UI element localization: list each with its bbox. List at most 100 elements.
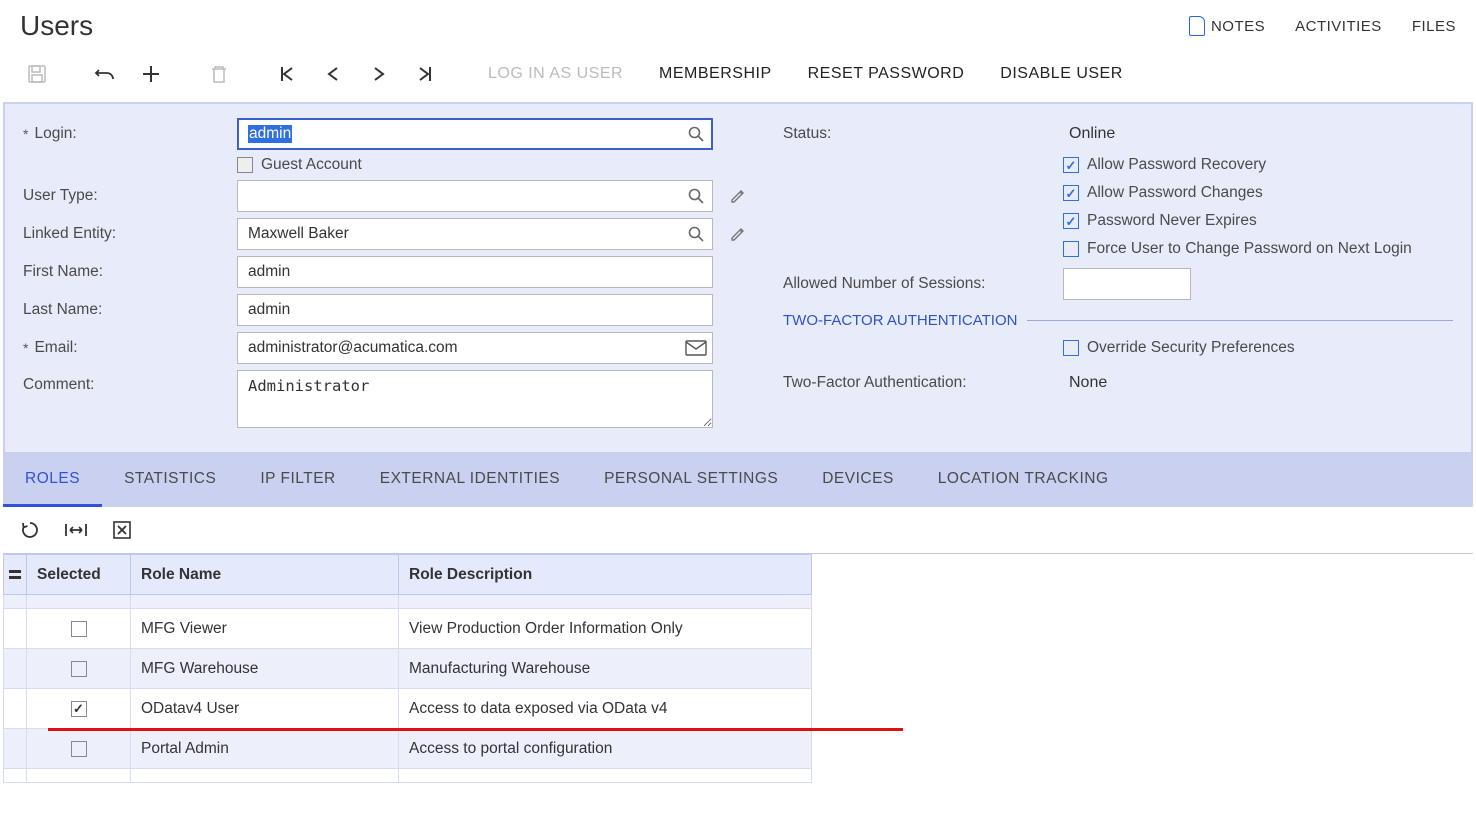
mail-icon[interactable] (685, 340, 707, 356)
selected-cell[interactable] (27, 649, 131, 689)
col-header-selected[interactable]: Selected (27, 555, 131, 595)
login-field[interactable]: admin (237, 118, 713, 150)
col-header-role-description[interactable]: Role Description (399, 555, 812, 595)
first-name-field[interactable] (237, 256, 713, 288)
main-toolbar: LOG IN AS USER MEMBERSHIP RESET PASSWORD… (0, 42, 1476, 102)
col-header-role-name[interactable]: Role Name (131, 555, 399, 595)
table-row[interactable] (4, 769, 813, 783)
disable-user-button[interactable]: DISABLE USER (982, 56, 1140, 92)
row-checkbox[interactable] (71, 661, 87, 677)
selected-cell[interactable] (27, 689, 131, 729)
login-as-user-button: LOG IN AS USER (470, 56, 641, 92)
selected-cell[interactable] (27, 595, 131, 609)
prev-record-button[interactable] (310, 56, 356, 92)
tab-external-identities[interactable]: EXTERNAL IDENTITIES (358, 454, 582, 507)
row-handle[interactable] (4, 729, 27, 769)
two-factor-value: None (1063, 374, 1107, 392)
selected-cell[interactable] (27, 609, 131, 649)
role-desc-cell: Manufacturing Warehouse (399, 649, 812, 689)
selected-cell[interactable] (27, 769, 131, 783)
row-checkbox[interactable] (71, 741, 87, 757)
doc-icon (1189, 16, 1205, 36)
override-security-checkbox[interactable] (1063, 340, 1079, 356)
force-change-password-checkbox[interactable] (1063, 241, 1079, 257)
last-name-label: Last Name: (23, 301, 237, 319)
row-handle[interactable] (4, 609, 27, 649)
edit-user-type-button[interactable] (723, 181, 753, 211)
last-name-field[interactable] (237, 294, 713, 326)
allow-password-changes-checkbox[interactable] (1063, 185, 1079, 201)
email-label: *Email: (23, 339, 237, 357)
row-checkbox[interactable] (71, 621, 87, 637)
first-record-button[interactable] (264, 56, 310, 92)
activities-button[interactable]: ACTIVITIES (1295, 18, 1382, 35)
allow-password-recovery-label: Allow Password Recovery (1087, 156, 1266, 174)
tab-statistics[interactable]: STATISTICS (102, 454, 238, 507)
tab-location-tracking[interactable]: LOCATION TRACKING (916, 454, 1131, 507)
linked-entity-field[interactable] (237, 218, 713, 250)
membership-button[interactable]: MEMBERSHIP (641, 56, 790, 92)
export-excel-button[interactable] (109, 517, 135, 543)
reset-password-button[interactable]: RESET PASSWORD (790, 56, 983, 92)
override-security-label: Override Security Preferences (1087, 339, 1295, 357)
role-name-cell (131, 769, 399, 783)
tab-roles[interactable]: ROLES (3, 454, 102, 507)
table-row[interactable] (4, 595, 813, 609)
role-desc-cell: View Production Order Information Only (399, 609, 812, 649)
tab-devices[interactable]: DEVICES (800, 454, 916, 507)
save-button (14, 56, 60, 92)
role-name-cell: ODatav4 User (131, 689, 399, 729)
table-row[interactable]: MFG Warehouse Manufacturing Warehouse (4, 649, 813, 689)
tab-personal-settings[interactable]: PERSONAL SETTINGS (582, 454, 800, 507)
first-name-label: First Name: (23, 263, 237, 281)
role-name-cell (131, 595, 399, 609)
two-factor-section-title: TWO-FACTOR AUTHENTICATION (783, 312, 1027, 329)
selected-cell[interactable] (27, 729, 131, 769)
add-button[interactable] (128, 56, 174, 92)
refresh-button[interactable] (17, 517, 43, 543)
lookup-icon[interactable] (687, 187, 705, 205)
row-handle[interactable] (4, 769, 27, 783)
user-type-field[interactable] (237, 180, 713, 212)
status-label: Status: (783, 125, 1063, 143)
role-name-cell: MFG Warehouse (131, 649, 399, 689)
comment-field[interactable] (237, 370, 713, 428)
allow-password-recovery-checkbox[interactable] (1063, 157, 1079, 173)
email-field[interactable] (237, 332, 713, 364)
lookup-icon[interactable] (687, 125, 705, 143)
next-record-button[interactable] (356, 56, 402, 92)
table-row[interactable]: ODatav4 User Access to data exposed via … (4, 689, 813, 729)
tab-ip-filter[interactable]: IP FILTER (238, 454, 357, 507)
user-type-label: User Type: (23, 187, 237, 205)
fit-columns-button[interactable] (63, 517, 89, 543)
roles-grid[interactable]: Selected Role Name Role Description MFG … (3, 554, 813, 783)
notes-label: NOTES (1211, 18, 1265, 35)
login-value-selected: admin (248, 125, 292, 143)
form-panel: *Login: admin Guest Account User Type: (3, 102, 1473, 454)
row-handle[interactable] (4, 649, 27, 689)
row-checkbox[interactable] (71, 701, 87, 717)
delete-button (196, 56, 242, 92)
password-never-expires-label: Password Never Expires (1087, 212, 1257, 230)
password-never-expires-checkbox[interactable] (1063, 213, 1079, 229)
login-label: *Login: (23, 125, 237, 143)
notes-button[interactable]: NOTES (1189, 16, 1265, 36)
lookup-icon[interactable] (687, 225, 705, 243)
allowed-sessions-field[interactable] (1063, 268, 1191, 300)
role-desc-cell (399, 769, 812, 783)
table-row[interactable]: Portal Admin Access to portal configurat… (4, 729, 813, 769)
linked-entity-label: Linked Entity: (23, 225, 237, 243)
two-factor-label: Two-Factor Authentication: (783, 374, 1063, 392)
undo-button[interactable] (82, 56, 128, 92)
detail-tabs: ROLES STATISTICS IP FILTER EXTERNAL IDEN… (3, 454, 1473, 507)
edit-linked-entity-button[interactable] (723, 219, 753, 249)
force-change-password-label: Force User to Change Password on Next Lo… (1087, 240, 1412, 258)
row-handle[interactable] (4, 689, 27, 729)
row-handle[interactable] (4, 595, 27, 609)
comment-label: Comment: (23, 370, 237, 394)
role-desc-cell: Access to data exposed via OData v4 (399, 689, 812, 729)
files-button[interactable]: FILES (1412, 18, 1456, 35)
grid-corner-button[interactable] (4, 555, 27, 595)
last-record-button[interactable] (402, 56, 448, 92)
table-row[interactable]: MFG Viewer View Production Order Informa… (4, 609, 813, 649)
